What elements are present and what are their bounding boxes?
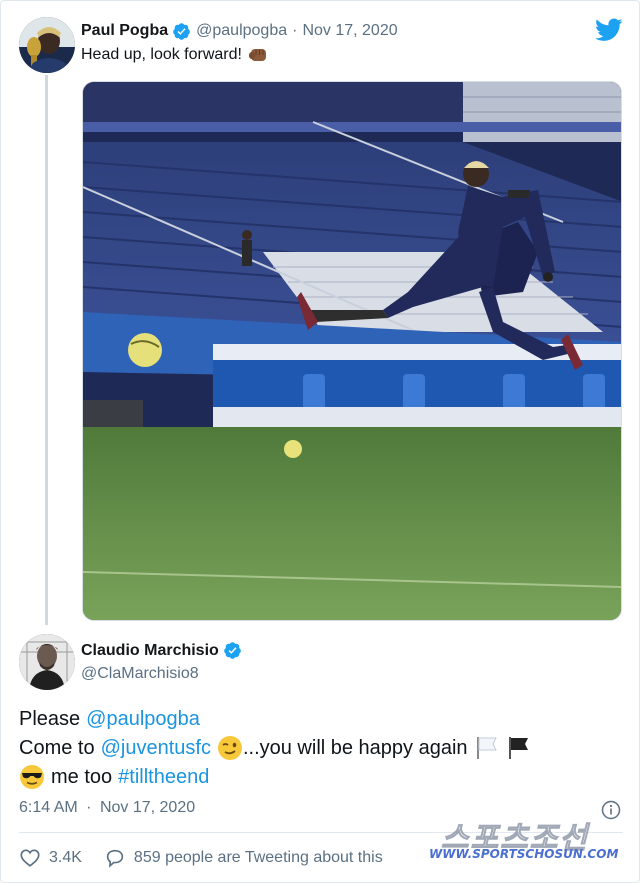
- tweet-text-come-to: Come to: [19, 737, 95, 759]
- reply-bubble-icon: [106, 849, 124, 868]
- sportschosun-watermark: 스포츠조선 WWW.SPORTSCHOSUN.COM: [429, 813, 619, 865]
- verified-badge-icon: [223, 642, 241, 659]
- tweet-timestamp[interactable]: 6:14 AM · Nov 17, 2020: [19, 799, 195, 817]
- quoted-tweet-date[interactable]: Nov 17, 2020: [302, 22, 397, 40]
- verified-badge-icon: [173, 22, 190, 40]
- quoted-author-name[interactable]: Paul Pogba: [81, 22, 168, 40]
- like-count: 3.4K: [49, 849, 82, 866]
- tweet-line-1: Please @paulpogba: [19, 705, 200, 733]
- watermark-logo: 스포츠조선: [441, 821, 589, 857]
- mention-paulpogba-link[interactable]: @paulpogba: [86, 705, 200, 733]
- like-action[interactable]: 3.4K: [19, 847, 82, 869]
- tweet-text-please: Please: [19, 708, 81, 730]
- tweet-line-3: me too #tilltheend: [19, 763, 209, 791]
- tweeting-about-text: 859 people are Tweeting about this: [133, 849, 383, 866]
- black-flag-emoji: [508, 737, 528, 759]
- fist-bump-emoji: [248, 49, 266, 61]
- thread-connector: [45, 75, 48, 625]
- info-icon[interactable]: [601, 800, 621, 820]
- heart-icon: [20, 849, 40, 867]
- stadium-photo-illustration: [83, 82, 621, 620]
- tweet-date: Nov 17, 2020: [99, 799, 196, 816]
- actions-divider: [19, 832, 623, 833]
- winking-face-emoji: [217, 736, 242, 760]
- white-flag-emoji: [476, 737, 497, 759]
- tweet-author-handle[interactable]: @ClaMarchisio8: [81, 665, 199, 683]
- twitter-bird-icon[interactable]: [595, 18, 623, 42]
- quoted-tweet-text-row: Head up, look forward!: [81, 46, 268, 64]
- claudio-avatar[interactable]: [19, 634, 75, 690]
- mention-juventusfc-link[interactable]: @juventusfc: [101, 734, 211, 762]
- conversation-action[interactable]: 859 people are Tweeting about this: [104, 847, 383, 869]
- sunglasses-face-emoji: [20, 765, 44, 789]
- pogba-avatar[interactable]: [19, 17, 75, 73]
- embedded-tweet-card: Paul Pogba @paulpogba · Nov 17, 2020 Hea…: [0, 0, 640, 883]
- tweet-time: 6:14 AM: [19, 799, 78, 816]
- watermark-url: WWW.SPORTSCHOSUN.COM: [429, 847, 619, 861]
- tweet-line-2: Come to @juventusfc ...you will be happy…: [19, 734, 532, 762]
- timestamp-separator: ·: [86, 799, 92, 816]
- header-separator: ·: [292, 22, 298, 39]
- hashtag-tilltheend-link[interactable]: #tilltheend: [118, 763, 209, 791]
- tweet-photo[interactable]: [82, 81, 622, 621]
- tweet-author-row: Claudio Marchisio: [81, 641, 247, 660]
- quoted-tweet-header: Paul Pogba @paulpogba · Nov 17, 2020: [81, 20, 398, 42]
- tweet-text-happy-again: ...you will be happy again: [242, 737, 468, 759]
- quoted-tweet-text: Head up, look forward!: [81, 46, 242, 63]
- tweet-author-name[interactable]: Claudio Marchisio: [81, 642, 219, 660]
- tweet-text-me-too: me too: [51, 766, 113, 788]
- quoted-author-handle[interactable]: @paulpogba: [196, 22, 287, 40]
- tweet-actions-bar: 3.4K 859 people are Tweeting about this: [19, 846, 383, 870]
